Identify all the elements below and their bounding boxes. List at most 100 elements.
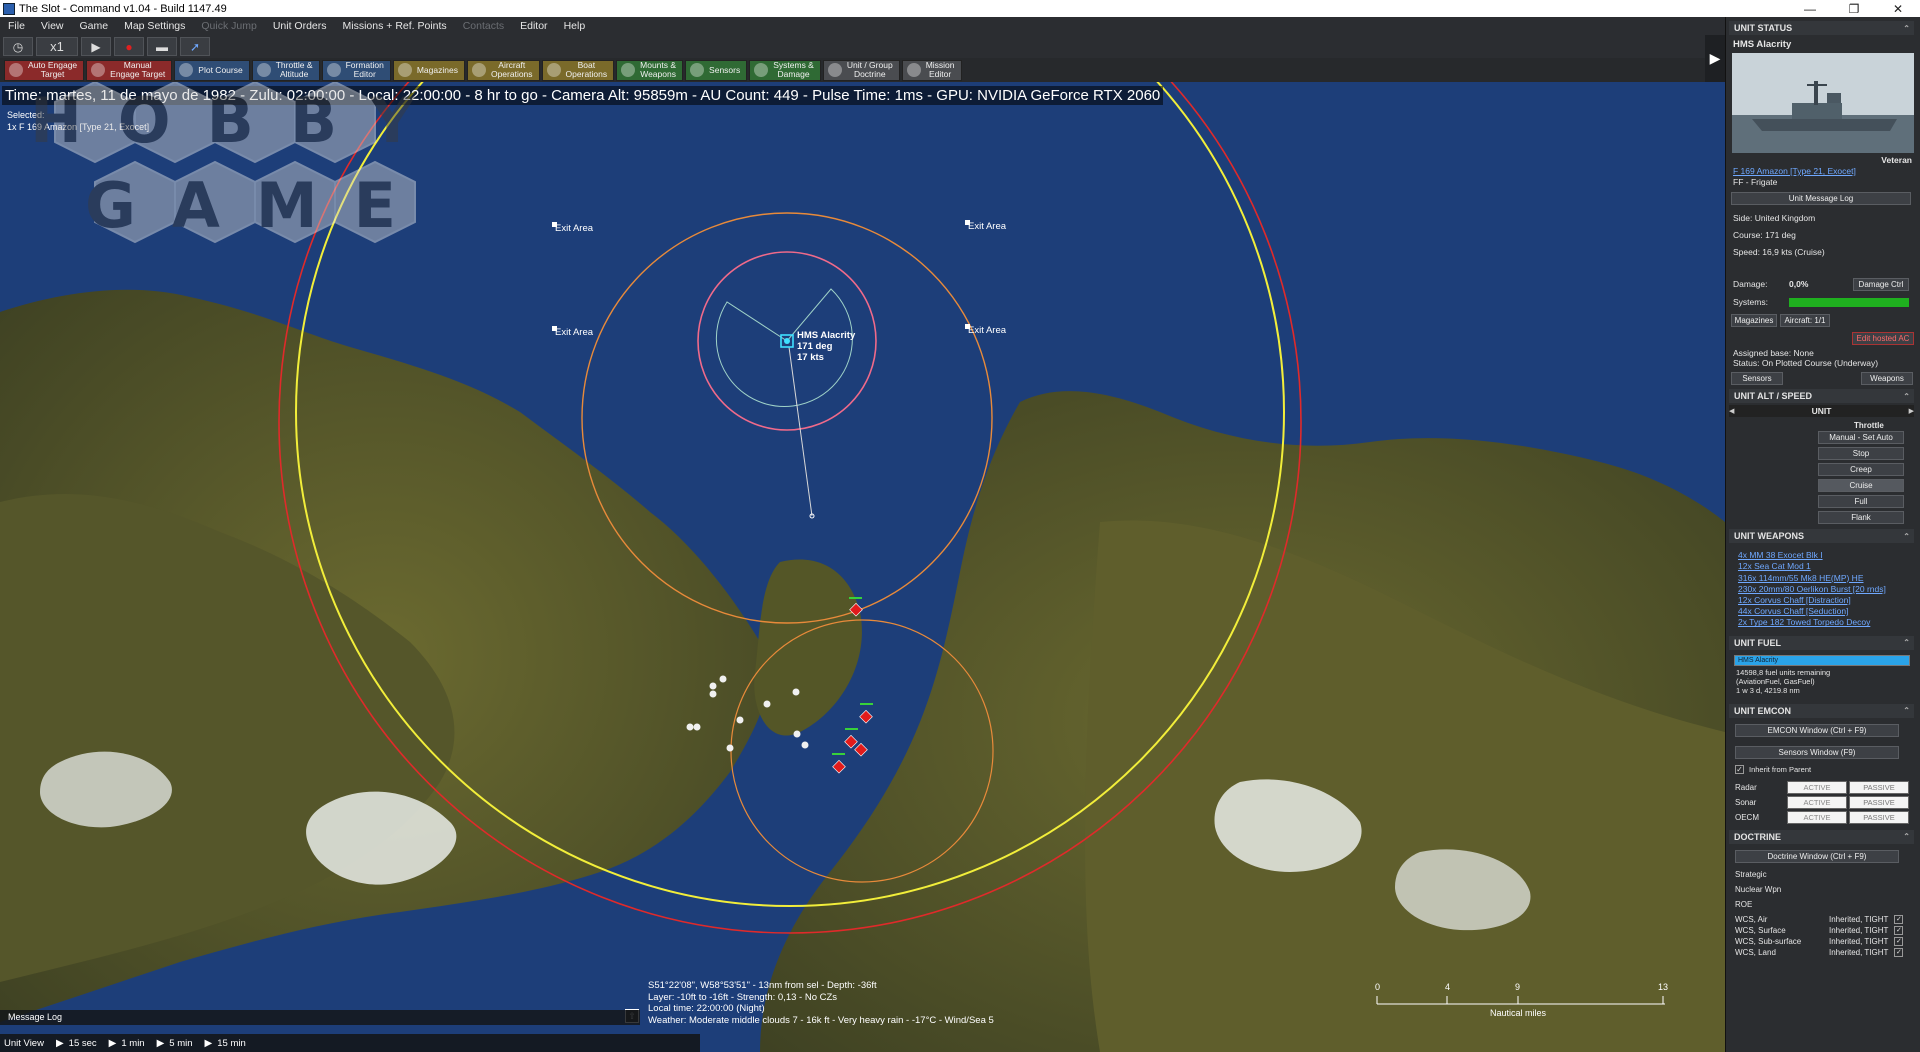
- wcs-checkbox[interactable]: ✓: [1894, 947, 1904, 957]
- time-step-5m[interactable]: ▶ 5 min: [157, 1038, 193, 1049]
- collapse-icon[interactable]: ⌃: [1903, 706, 1910, 715]
- emcon-passive-toggle[interactable]: PASSIVE: [1849, 780, 1909, 794]
- section-unit-emcon[interactable]: UNIT EMCON ⌃: [1729, 703, 1914, 718]
- time-step-1m[interactable]: ▶ 1 min: [109, 1038, 145, 1049]
- command-icon: [827, 63, 842, 77]
- pointer-icon[interactable]: ➚: [180, 37, 210, 56]
- unit-class-link[interactable]: F 169 Amazon [Type 21, Exocet]: [1733, 166, 1920, 177]
- unit-view-label[interactable]: Unit View: [4, 1038, 44, 1049]
- emcon-passive-toggle[interactable]: PASSIVE: [1849, 795, 1909, 809]
- wcs-row[interactable]: WCS, Sub-surface Inherited, TIGHT ✓: [1735, 936, 1920, 947]
- unit-map-speed: 17 kts: [797, 352, 824, 363]
- command-button-throttle-altitude[interactable]: Throttle & Altitude: [251, 59, 320, 81]
- wcs-row[interactable]: WCS, Surface Inherited, TIGHT ✓: [1735, 925, 1920, 936]
- wcs-checkbox[interactable]: ✓: [1894, 925, 1904, 935]
- weapon-link[interactable]: 316x 114mm/55 Mk8 HE(MP) HE: [1738, 573, 1920, 584]
- collapse-icon[interactable]: ⌃: [1903, 532, 1910, 541]
- wcs-row[interactable]: WCS, Air Inherited, TIGHT ✓: [1735, 914, 1920, 925]
- collapse-icon[interactable]: ⌃: [1903, 24, 1910, 33]
- throttle-creep-button[interactable]: Creep: [1818, 463, 1904, 477]
- emcon-active-toggle[interactable]: ACTIVE: [1787, 795, 1847, 809]
- menu-missions[interactable]: Missions + Ref. Points: [335, 20, 455, 32]
- section-unit-fuel[interactable]: UNIT FUEL ⌃: [1729, 635, 1914, 650]
- command-button-manual-engage-target[interactable]: Manual Engage Target: [86, 59, 173, 81]
- section-unit-weapons[interactable]: UNIT WEAPONS ⌃: [1729, 529, 1914, 544]
- menu-editor[interactable]: Editor: [512, 20, 555, 32]
- weapon-link[interactable]: 12x Corvus Chaff [Distraction]: [1738, 595, 1920, 606]
- menu-unit-orders[interactable]: Unit Orders: [265, 20, 335, 32]
- emcon-active-toggle[interactable]: ACTIVE: [1787, 810, 1847, 824]
- wcs-row[interactable]: WCS, Land Inherited, TIGHT ✓: [1735, 947, 1920, 958]
- collapse-panel-icon[interactable]: ▶: [1705, 35, 1725, 82]
- section-unit-status[interactable]: UNIT STATUS ⌃: [1729, 21, 1914, 35]
- doctrine-row-label[interactable]: Strategic: [1735, 867, 1920, 882]
- menu-help[interactable]: Help: [556, 20, 594, 32]
- time-step-15s[interactable]: ▶ 15 sec: [56, 1038, 97, 1049]
- unit-map-label[interactable]: HMS Alacrity 171 deg 17 kts: [797, 330, 855, 363]
- aircraft-button[interactable]: Aircraft: 1/1: [1780, 314, 1830, 328]
- time-compression[interactable]: x1: [36, 37, 78, 56]
- doctrine-row-label[interactable]: Nuclear Wpn: [1735, 882, 1920, 897]
- clock-icon[interactable]: ◷: [3, 37, 33, 56]
- wcs-checkbox[interactable]: ✓: [1894, 936, 1904, 946]
- minimize-icon[interactable]: —: [1788, 2, 1832, 16]
- damage-ctrl-button[interactable]: Damage Ctrl: [1853, 278, 1909, 292]
- maximize-icon[interactable]: ❐: [1832, 2, 1876, 16]
- command-button-boat-operations[interactable]: Boat Operations: [541, 59, 615, 81]
- tactical-map[interactable]: Time: martes, 11 de mayo de 1982 - Zulu:…: [0, 82, 1725, 1052]
- weapon-link[interactable]: 2x Type 182 Towed Torpedo Decoy: [1738, 617, 1920, 628]
- doctrine-row-label[interactable]: ROE: [1735, 897, 1920, 912]
- message-log-bar[interactable]: Message Log: [0, 1010, 640, 1025]
- menu-file[interactable]: File: [0, 20, 33, 32]
- weapon-link[interactable]: 12x Sea Cat Mod 1: [1738, 561, 1920, 572]
- emcon-passive-toggle[interactable]: PASSIVE: [1849, 810, 1909, 824]
- menu-view[interactable]: View: [33, 20, 72, 32]
- command-button-plot-course[interactable]: Plot Course: [174, 59, 250, 81]
- menu-map-settings[interactable]: Map Settings: [116, 20, 193, 32]
- emcon-window-button[interactable]: EMCON Window (Ctrl + F9): [1735, 723, 1899, 737]
- throttle-flank-button[interactable]: Flank: [1818, 511, 1904, 525]
- weapon-link[interactable]: 4x MM 38 Exocet Blk I: [1738, 550, 1920, 561]
- command-button-aircraft-operations[interactable]: Aircraft Operations: [466, 59, 540, 81]
- command-label-line2: Editor: [353, 69, 376, 79]
- throttle-cruise-button[interactable]: Cruise: [1818, 479, 1904, 493]
- command-icon: [471, 63, 486, 77]
- command-button-mission-editor[interactable]: Mission Editor: [901, 59, 962, 81]
- magazines-button[interactable]: Magazines: [1731, 314, 1777, 328]
- command-icon: [754, 63, 769, 77]
- weapon-link[interactable]: 230x 20mm/80 Oerlikon Burst [20 rnds]: [1738, 584, 1920, 595]
- throttle-manual-set-auto-button[interactable]: Manual - Set Auto: [1818, 431, 1904, 445]
- close-icon[interactable]: ✕: [1876, 2, 1920, 16]
- weapons-button[interactable]: Weapons: [1861, 372, 1913, 386]
- play-icon[interactable]: ▶: [81, 37, 111, 56]
- section-alt-speed[interactable]: UNIT ALT / SPEED ⌃: [1729, 389, 1914, 404]
- command-button-systems-damage[interactable]: Systems & Damage: [749, 59, 821, 81]
- section-doctrine[interactable]: DOCTRINE ⌃: [1729, 829, 1914, 844]
- command-button-magazines[interactable]: Magazines: [392, 59, 465, 81]
- time-step-15m[interactable]: ▶ 15 min: [205, 1038, 246, 1049]
- weapon-link[interactable]: 44x Corvus Chaff [Seduction]: [1738, 606, 1920, 617]
- command-button-mounts-weapons[interactable]: Mounts & Weapons: [616, 59, 684, 81]
- collapse-icon[interactable]: ⌃: [1903, 638, 1910, 647]
- sensors-window-button[interactable]: Sensors Window (F9): [1735, 745, 1899, 759]
- command-button-auto-engage-target[interactable]: Auto Engage Target: [4, 59, 85, 81]
- emcon-active-toggle[interactable]: ACTIVE: [1787, 780, 1847, 794]
- edit-hosted-ac-button[interactable]: Edit hosted AC: [1852, 332, 1914, 346]
- command-button-unit-group-doctrine[interactable]: Unit / Group Doctrine: [822, 59, 900, 81]
- sensors-button[interactable]: Sensors: [1731, 372, 1783, 386]
- throttle-stop-button[interactable]: Stop: [1818, 447, 1904, 461]
- menu-game[interactable]: Game: [72, 20, 117, 32]
- command-button-formation-editor[interactable]: Formation Editor: [321, 59, 391, 81]
- wcs-checkbox[interactable]: ✓: [1894, 914, 1904, 924]
- record-icon[interactable]: ●: [114, 37, 144, 56]
- collapse-icon[interactable]: ⌃: [1903, 832, 1910, 841]
- inherit-checkbox[interactable]: ✓: [1735, 764, 1744, 774]
- next-unit-icon[interactable]: ▶: [1909, 407, 1914, 415]
- throttle-full-button[interactable]: Full: [1818, 495, 1904, 509]
- command-button-sensors[interactable]: Sensors: [685, 59, 748, 81]
- unit-message-log-button[interactable]: Unit Message Log: [1731, 192, 1911, 206]
- systems-bar: [1789, 298, 1909, 308]
- doctrine-window-button[interactable]: Doctrine Window (Ctrl + F9): [1735, 849, 1899, 863]
- camera-icon[interactable]: ▬: [147, 37, 177, 56]
- collapse-icon[interactable]: ⌃: [1903, 392, 1910, 401]
